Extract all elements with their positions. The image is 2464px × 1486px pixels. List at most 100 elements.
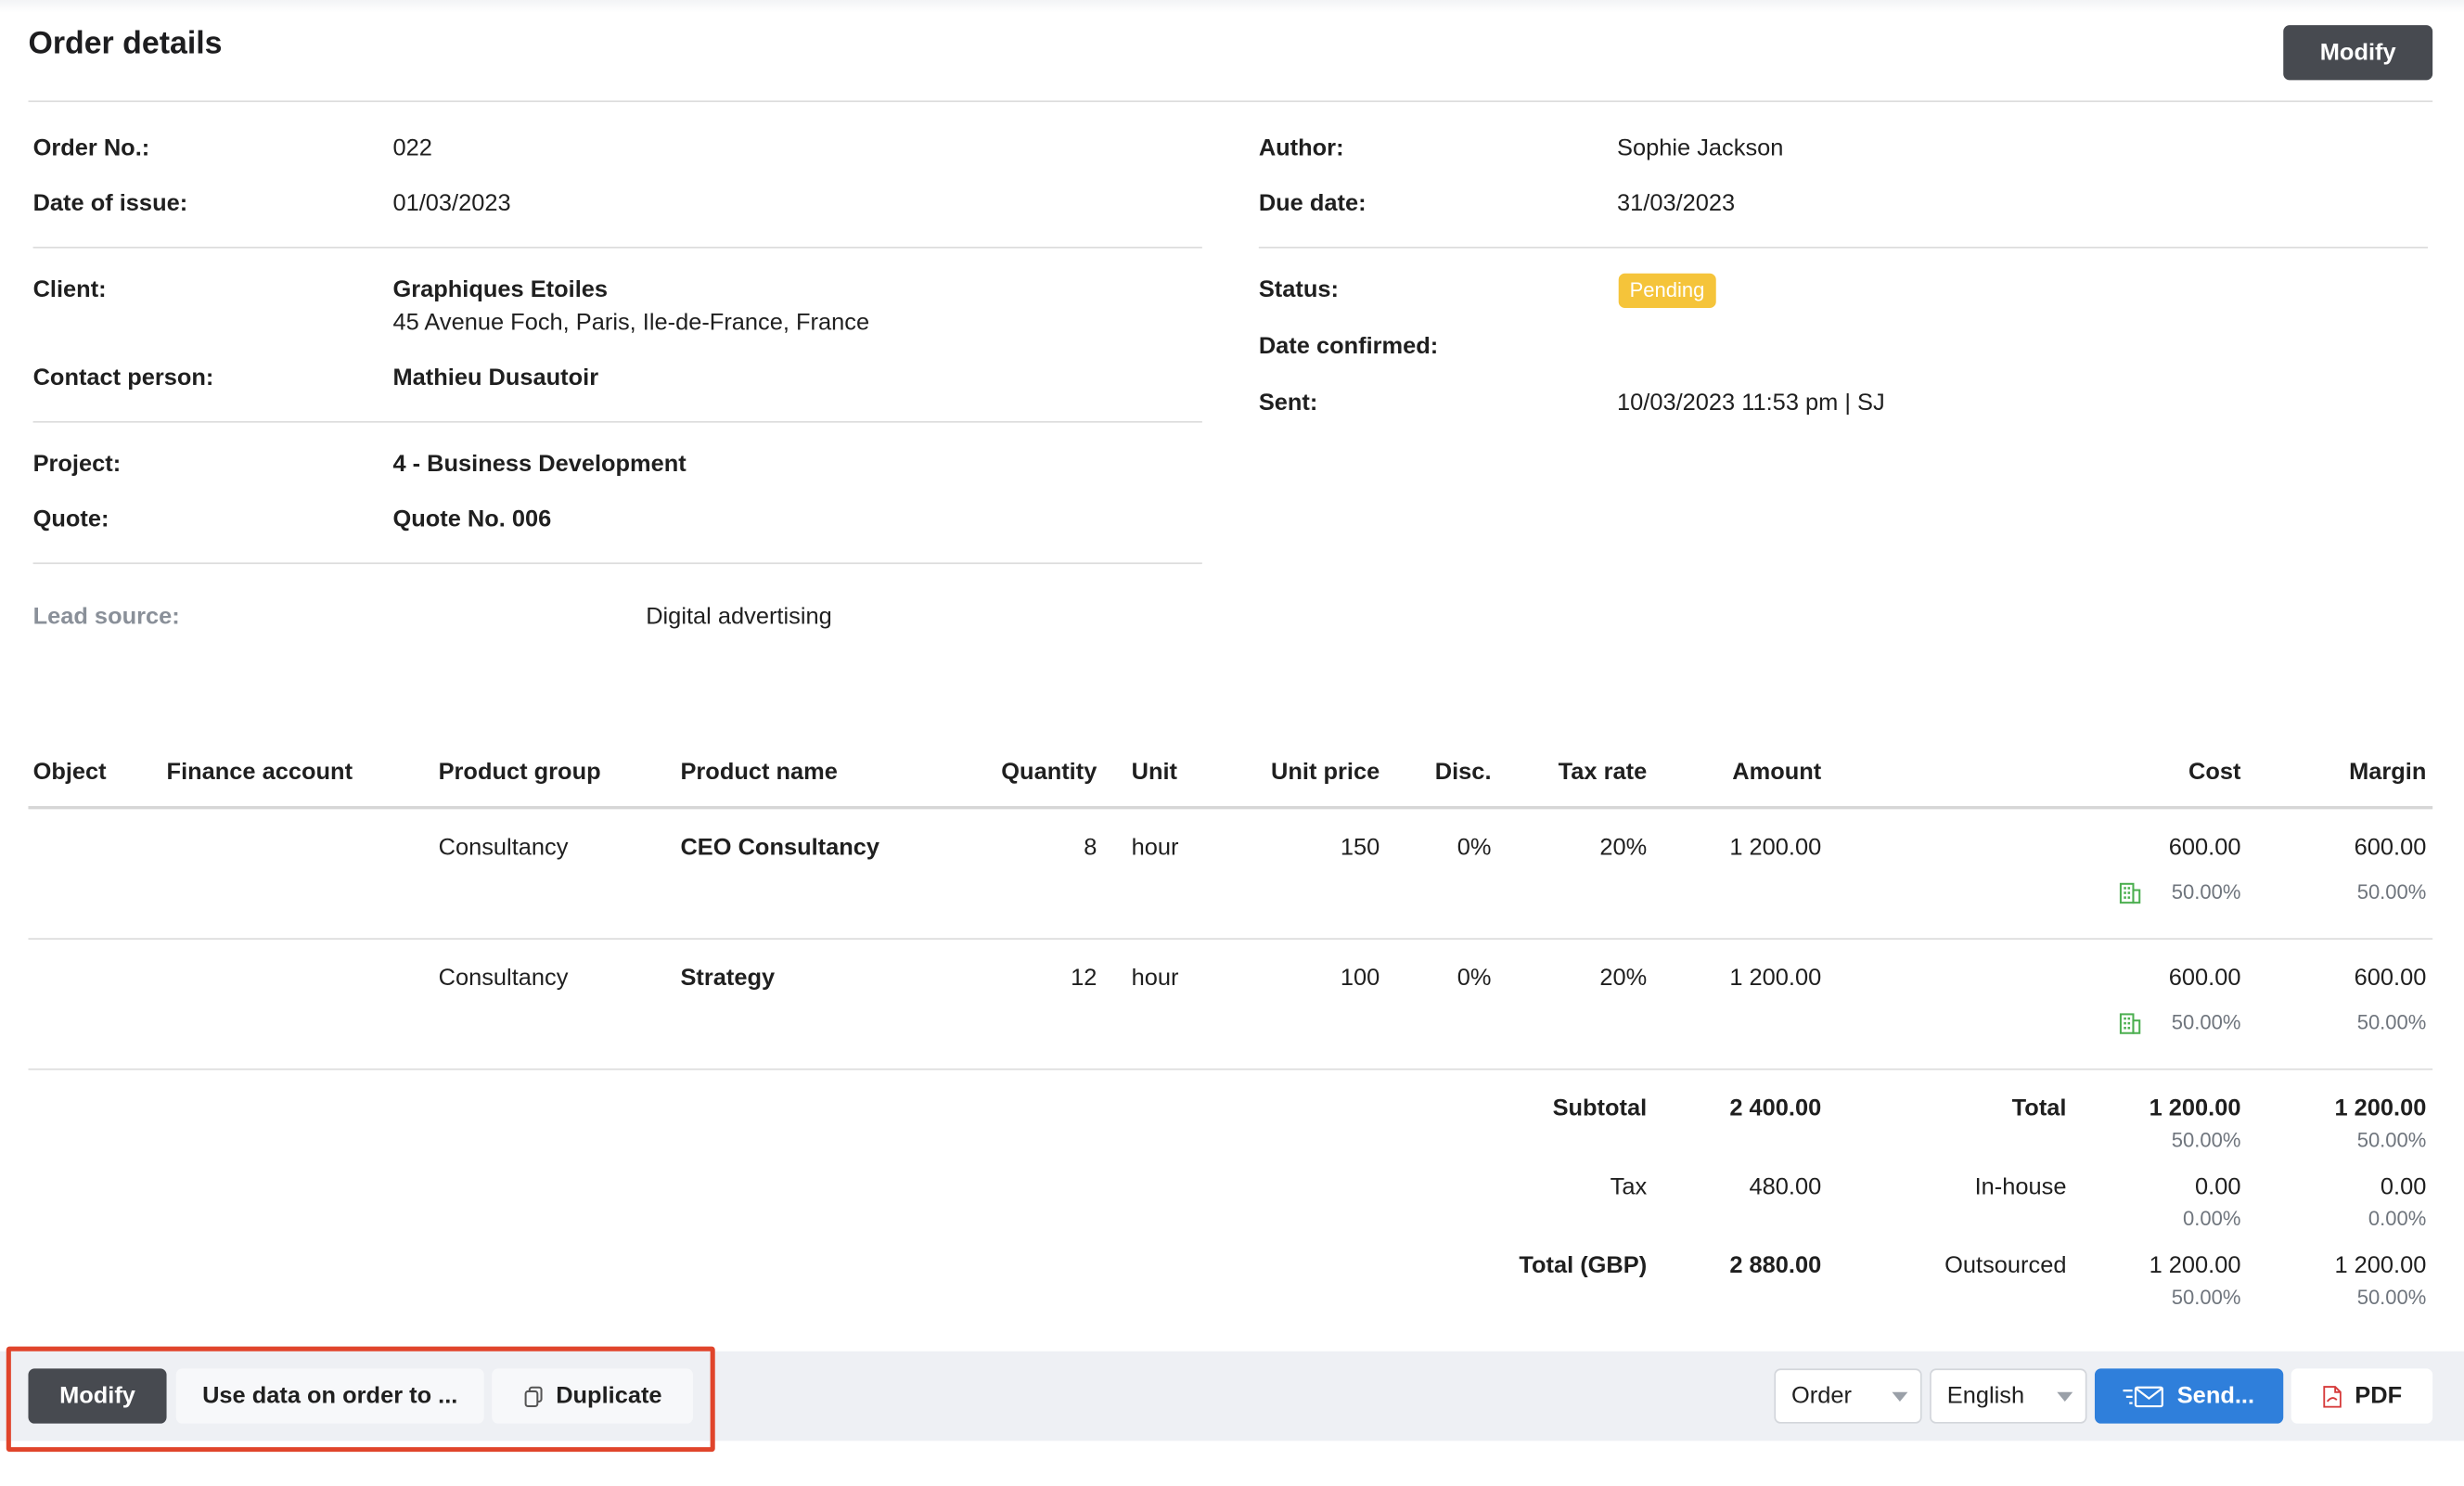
due-date-label: Due date:: [1258, 189, 1367, 217]
cell-tax-rate: 20%: [1599, 834, 1648, 862]
document-type-value: Order: [1791, 1382, 1852, 1410]
order-details-page: Order details Modify Order No.: 022 Date…: [0, 0, 2464, 1486]
col-header-object: Object: [32, 759, 107, 786]
divider: [32, 562, 1202, 565]
project-label: Project:: [32, 451, 122, 478]
order-no-label: Order No.:: [32, 135, 150, 162]
subtotal-label: Subtotal: [1552, 1095, 1648, 1122]
due-date-value: 31/03/2023: [1617, 189, 1736, 217]
cell-quantity: 12: [1071, 965, 1097, 992]
cell-product-group: Consultancy: [438, 965, 569, 992]
cost-inhouse-label: In-house: [1974, 1173, 2067, 1201]
date-issue-label: Date of issue:: [32, 189, 188, 217]
cell-product-name: Strategy: [680, 965, 776, 992]
pdf-icon: [2322, 1385, 2341, 1407]
cell-unit: hour: [1131, 834, 1179, 862]
client-address: 45 Avenue Foch, Paris, Ile-de-France, Fr…: [392, 309, 870, 337]
header-divider: [28, 100, 2433, 103]
col-header-product-name: Product name: [680, 759, 838, 786]
building-icon[interactable]: [2118, 1012, 2141, 1035]
row-divider: [28, 1068, 2433, 1070]
col-header-product-group: Product group: [438, 759, 601, 786]
quote-label: Quote:: [32, 506, 109, 533]
document-type-select[interactable]: Order: [1774, 1368, 1922, 1424]
divider: [32, 420, 1202, 423]
cell-product-group: Consultancy: [438, 834, 569, 862]
send-button[interactable]: Send...: [2094, 1368, 2284, 1424]
send-mail-icon: [2124, 1385, 2164, 1407]
pdf-label: PDF: [2355, 1382, 2403, 1410]
cell-margin-percent: 50.00%: [2356, 1010, 2427, 1034]
order-details-panel: Order details Modify Order No.: 022 Date…: [0, 0, 2464, 1477]
cell-unit: hour: [1131, 965, 1179, 992]
tax-value: 480.00: [1749, 1173, 1822, 1201]
margin-outsourced-percent: 50.00%: [2356, 1285, 2427, 1310]
cell-cost: 600.00: [2168, 834, 2241, 862]
margin-outsourced-value: 1 200.00: [2334, 1252, 2427, 1279]
margin-inhouse-value: 0.00: [2380, 1173, 2427, 1201]
cell-amount: 1 200.00: [1729, 965, 1822, 992]
highlight-box: [6, 1346, 715, 1453]
col-header-margin: Margin: [2349, 759, 2427, 786]
date-confirmed-label: Date confirmed:: [1258, 333, 1439, 360]
table-header-divider: [28, 805, 2433, 810]
sent-value: 10/03/2023 11:53 pm | SJ: [1617, 390, 1885, 416]
author-label: Author:: [1258, 135, 1344, 162]
cell-cost: 600.00: [2168, 965, 2241, 992]
cell-product-name: CEO Consultancy: [680, 834, 880, 862]
send-label: Send...: [2176, 1382, 2255, 1410]
cell-margin: 600.00: [2354, 834, 2427, 862]
quote-value: Quote No. 006: [392, 506, 552, 533]
col-header-finance-account: Finance account: [166, 759, 353, 786]
cell-cost-percent: 50.00%: [2171, 879, 2241, 903]
divider: [1258, 246, 2429, 249]
cell-disc: 0%: [1457, 834, 1492, 862]
pdf-button[interactable]: PDF: [2291, 1368, 2433, 1424]
col-header-disc: Disc.: [1434, 759, 1492, 786]
cost-inhouse-value: 0.00: [2195, 1173, 2241, 1201]
status-badge: Pending: [1618, 273, 1716, 309]
chevron-down-icon: [2057, 1391, 2073, 1402]
sent-label: Sent:: [1258, 390, 1318, 416]
language-select[interactable]: English: [1930, 1368, 2087, 1424]
cell-tax-rate: 20%: [1599, 965, 1648, 992]
cell-disc: 0%: [1457, 965, 1492, 992]
cost-total-label: Total: [2011, 1095, 2067, 1122]
language-value: English: [1946, 1382, 2025, 1410]
client-label: Client:: [32, 276, 107, 303]
col-header-quantity: Quantity: [1001, 759, 1097, 786]
margin-inhouse-percent: 0.00%: [2368, 1206, 2427, 1231]
modify-button-top[interactable]: Modify: [2283, 25, 2433, 81]
lead-source-value: Digital advertising: [646, 603, 832, 631]
cost-total-percent: 50.00%: [2171, 1128, 2241, 1152]
subtotal-value: 2 400.00: [1729, 1095, 1822, 1122]
cost-inhouse-percent: 0.00%: [2183, 1206, 2241, 1231]
col-header-cost: Cost: [2188, 759, 2241, 786]
chevron-down-icon: [1892, 1391, 1908, 1402]
building-icon[interactable]: [2118, 881, 2141, 904]
col-header-amount: Amount: [1732, 759, 1822, 786]
margin-total-percent: 50.00%: [2356, 1128, 2427, 1152]
cell-margin-percent: 50.00%: [2356, 879, 2427, 903]
top-shade: [0, 0, 2464, 13]
cost-outsourced-percent: 50.00%: [2171, 1285, 2241, 1310]
status-label: Status:: [1258, 276, 1339, 303]
cell-unit-price: 100: [1340, 965, 1380, 992]
project-value: 4 - Business Development: [392, 451, 687, 478]
author-value: Sophie Jackson: [1617, 135, 1784, 162]
order-no-value: 022: [392, 135, 432, 162]
date-issue-value: 01/03/2023: [392, 189, 511, 217]
tax-label: Tax: [1610, 1173, 1648, 1201]
col-header-tax-rate: Tax rate: [1558, 759, 1648, 786]
divider: [32, 246, 1202, 249]
cell-margin: 600.00: [2354, 965, 2427, 992]
cell-amount: 1 200.00: [1729, 834, 1822, 862]
margin-total-value: 1 200.00: [2334, 1095, 2427, 1122]
lead-source-label: Lead source:: [32, 603, 180, 631]
col-header-unit-price: Unit price: [1271, 759, 1380, 786]
page-title: Order details: [28, 26, 223, 62]
cost-outsourced-value: 1 200.00: [2149, 1252, 2241, 1279]
total-gbp-value: 2 880.00: [1729, 1252, 1822, 1279]
client-name: Graphiques Etoiles: [392, 276, 609, 303]
contact-value: Mathieu Dusautoir: [392, 364, 599, 391]
